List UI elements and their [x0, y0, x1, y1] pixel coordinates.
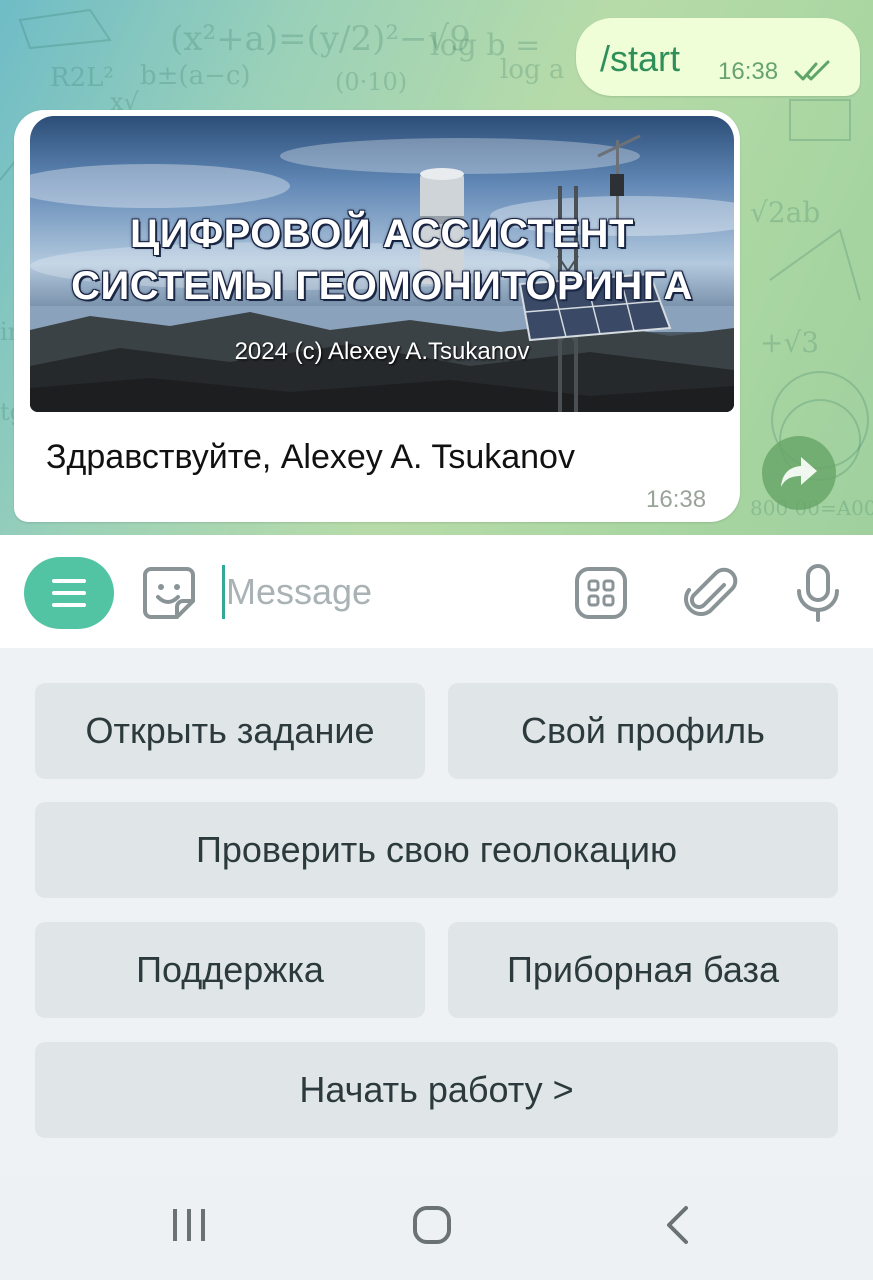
- outgoing-message-text: /start: [600, 38, 681, 79]
- svg-text:log a: log a: [500, 55, 564, 85]
- sticker-icon[interactable]: [141, 565, 197, 621]
- back-icon[interactable]: [664, 1205, 692, 1245]
- share-arrow-icon: [781, 457, 817, 487]
- svg-text:b±(a−c): b±(a−c): [140, 61, 251, 91]
- incoming-message-text: Здравствуйте, Alexey A. Tsukanov: [46, 438, 575, 476]
- microphone-icon[interactable]: [794, 563, 842, 623]
- reply-keyboard: Открыть задание Свой профиль Проверить с…: [0, 648, 873, 1175]
- paperclip-icon[interactable]: [684, 565, 738, 621]
- share-button[interactable]: [762, 436, 836, 510]
- double-check-icon: [794, 60, 830, 81]
- svg-text:√2ab: √2ab: [750, 196, 820, 229]
- svg-text:(0·10): (0·10): [335, 68, 407, 96]
- incoming-message-bubble[interactable]: ЦИФРОВОЙ АССИСТЕНТ СИСТЕМЫ ГЕОМОНИТОРИНГ…: [14, 110, 740, 522]
- keyboard-button-open-task[interactable]: Открыть задание: [35, 683, 425, 779]
- keyboard-button-check-geolocation[interactable]: Проверить свою геолокацию: [35, 802, 838, 898]
- keyboard-button-support[interactable]: Поддержка: [35, 922, 425, 1018]
- system-navigation-bar: [0, 1175, 873, 1280]
- banner-title-line1: ЦИФРОВОЙ АССИСТЕНТ: [130, 212, 634, 256]
- recent-apps-icon[interactable]: [170, 1205, 208, 1245]
- keyboard-button-start-work[interactable]: Начать работу >: [35, 1042, 838, 1138]
- bot-commands-icon[interactable]: [574, 565, 628, 621]
- menu-icon: [52, 579, 86, 607]
- banner-credit: 2024 (c) Alexey A.Tsukanov: [234, 338, 530, 365]
- message-input[interactable]: [222, 559, 552, 625]
- outgoing-message-bubble[interactable]: /start 16:38: [576, 18, 860, 96]
- chat-area[interactable]: (x²+a)=(y/2)²−√9 log b = R2L² b±(a−c) (0…: [0, 0, 873, 535]
- message-input-bar: [0, 535, 873, 648]
- keyboard-button-profile[interactable]: Свой профиль: [448, 683, 838, 779]
- keyboard-button-instruments[interactable]: Приборная база: [448, 922, 838, 1018]
- message-banner-image[interactable]: ЦИФРОВОЙ АССИСТЕНТ СИСТЕМЫ ГЕОМОНИТОРИНГ…: [30, 116, 734, 412]
- home-icon[interactable]: [412, 1205, 454, 1245]
- outgoing-message-time: 16:38: [718, 58, 779, 85]
- svg-text:+√3: +√3: [760, 326, 819, 359]
- banner-title-line2: СИСТЕМЫ ГЕОМОНИТОРИНГА: [71, 264, 693, 308]
- bot-menu-button[interactable]: [24, 557, 114, 629]
- svg-text:R2L²: R2L²: [50, 63, 114, 93]
- svg-text:(x²+a)=(y/2)²−√9: (x²+a)=(y/2)²−√9: [170, 19, 471, 59]
- incoming-message-time: 16:38: [646, 486, 707, 513]
